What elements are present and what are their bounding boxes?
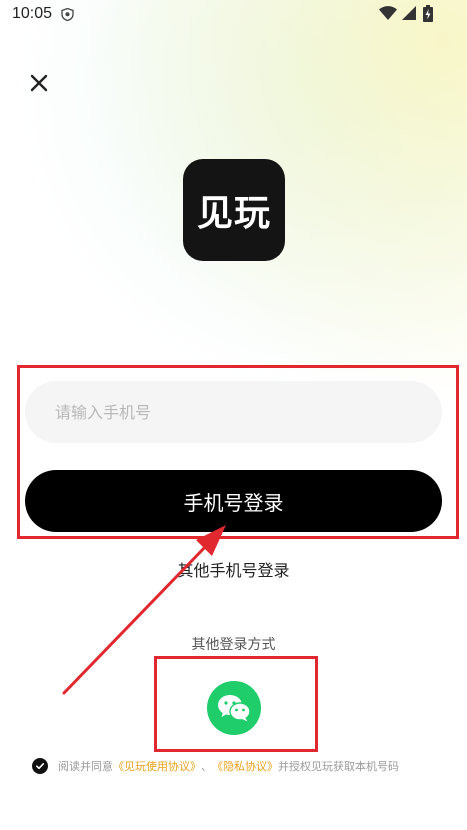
status-bar: 10:05 <box>0 0 467 30</box>
close-button[interactable] <box>24 68 54 98</box>
agreement-row: 阅读并同意 《见玩使用协议》 、 《隐私协议》 并授权见玩获取本机号码 <box>32 755 399 777</box>
close-icon <box>30 74 48 92</box>
app-logo-text: 见玩 <box>196 193 271 234</box>
annotation-highlight-login <box>17 365 459 539</box>
wifi-icon <box>379 6 397 20</box>
shield-icon <box>61 8 74 21</box>
agreement-suffix: 并授权见玩获取本机号码 <box>278 760 399 773</box>
other-login-methods-label: 其他登录方式 <box>191 637 276 653</box>
status-time: 10:05 <box>12 5 53 22</box>
user-agreement-link[interactable]: 《见玩使用协议》 <box>113 758 201 774</box>
agreement-separator: 、 <box>201 760 212 773</box>
app-logo: 见玩 <box>183 159 285 261</box>
agree-checkbox[interactable] <box>32 758 48 774</box>
other-phone-login-link[interactable]: 其他手机号登录 <box>0 557 467 581</box>
privacy-agreement-link[interactable]: 《隐私协议》 <box>212 758 278 774</box>
agreement-prefix: 阅读并同意 <box>58 760 113 773</box>
annotation-highlight-wechat <box>154 656 318 752</box>
signal-icon <box>402 6 416 20</box>
login-screen: 10:05 见玩 手机号登录 其他手机号登录 其他登录方式 <box>0 0 467 830</box>
battery-charging-icon <box>423 5 433 22</box>
check-icon <box>36 763 45 770</box>
